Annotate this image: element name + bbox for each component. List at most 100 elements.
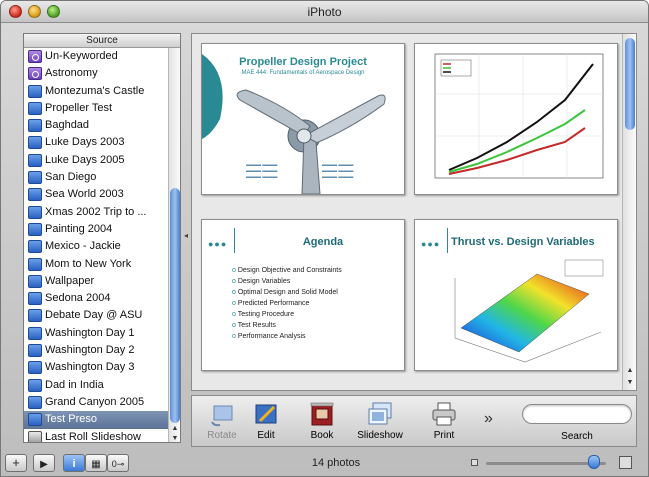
scroll-down-arrow-icon[interactable]: ▼ [169, 434, 181, 444]
source-item-label: Painting 2004 [45, 222, 113, 235]
source-item[interactable]: Grand Canyon 2005 [24, 394, 169, 411]
source-item[interactable]: Propeller Test [24, 100, 169, 117]
album-icon [28, 378, 42, 392]
slideshow-button[interactable]: Slideshow [350, 400, 410, 441]
photo-thumbnail-surface-plot[interactable]: ●●● Thrust vs. Design Variables [414, 219, 618, 371]
photos-scrollbar[interactable]: ▲ ▼ [622, 34, 636, 390]
photo-thumbnail-title-slide[interactable]: Propeller Design Project MAE 444: Fundam… [201, 43, 405, 195]
edit-button[interactable]: Edit [240, 400, 292, 441]
source-item[interactable]: Last Roll Slideshow [24, 429, 169, 442]
splitter-handle-icon[interactable]: ◂ [184, 232, 190, 240]
keywords-button[interactable]: 0⊸ [107, 454, 129, 472]
agenda-item: Performance Analysis [232, 331, 342, 342]
play-icon: ▶ [40, 459, 48, 470]
info-icon: i [72, 458, 76, 470]
photo-thumbnail-line-chart[interactable] [414, 43, 618, 195]
source-header: Source [24, 34, 180, 48]
source-item-label: Washington Day 1 [45, 326, 135, 339]
surface-plot-image-icon [454, 259, 604, 363]
source-scrollbar[interactable]: ▲ ▼ [168, 48, 180, 442]
album-icon [28, 84, 42, 98]
zoom-slider-knob[interactable] [588, 455, 600, 469]
title-bar[interactable]: iPhoto [1, 1, 648, 23]
source-item-label: Mexico - Jackie [45, 240, 121, 253]
calendar-button[interactable]: ▦ [85, 454, 107, 472]
slideshow-icon [28, 430, 42, 442]
author-names-right-icon: ▬▬▬ ▬▬▬ ▬▬▬ ▬▬▬ ▬▬▬ ▬▬▬ [322, 162, 354, 180]
info-button[interactable]: i [63, 454, 85, 472]
source-item[interactable]: Washington Day 1 [24, 325, 169, 342]
source-panel: Source Un-Keyworded Astronomy Montezuma's … [23, 33, 181, 443]
source-item-label: Baghdad [45, 119, 90, 132]
zoom-large-icon[interactable] [619, 456, 632, 469]
photo-browser: Propeller Design Project MAE 444: Fundam… [191, 33, 637, 391]
photos-scroll-thumb[interactable] [625, 38, 635, 130]
source-item[interactable]: Un-Keyworded [24, 48, 169, 65]
agenda-item: Predicted Performance [232, 298, 342, 309]
photo-thumbnail-agenda[interactable]: ●●● Agenda Design Objective and Constrai… [201, 219, 405, 371]
source-item[interactable]: Debate Day @ ASU [24, 307, 169, 324]
album-icon [28, 361, 42, 375]
play-slideshow-button[interactable]: ▶ [33, 454, 55, 472]
source-item[interactable]: Test Preso [24, 411, 169, 429]
source-scroll-thumb[interactable] [170, 188, 180, 423]
photos-scroll-up-icon[interactable]: ▲ [624, 366, 636, 376]
photo-count: 14 photos [311, 457, 361, 469]
photos-scroll-down-icon[interactable]: ▼ [624, 378, 636, 388]
album-icon [28, 136, 42, 150]
search-label: Search [561, 431, 593, 442]
source-item-label: Grand Canyon 2005 [45, 395, 145, 408]
source-item[interactable]: Dad in India [24, 377, 169, 394]
source-item-label: Washington Day 3 [45, 361, 135, 374]
rotate-label: Rotate [207, 430, 237, 441]
source-item[interactable]: Washington Day 3 [24, 359, 169, 376]
album-icon [28, 326, 42, 340]
source-item[interactable]: Sea World 2003 [24, 186, 169, 203]
zoom-small-icon[interactable] [471, 459, 478, 466]
slide-divider [234, 228, 235, 253]
agenda-item: Design Variables [232, 276, 342, 287]
slide-subtitle: MAE 444: Fundamentals of Aerospace Desig… [241, 70, 365, 76]
source-item-label: Last Roll Slideshow [45, 430, 141, 442]
album-icon [28, 344, 42, 358]
source-item-label: Luke Days 2003 [45, 136, 125, 149]
source-item[interactable]: Washington Day 2 [24, 342, 169, 359]
book-icon [310, 402, 334, 426]
source-item-label: Sedona 2004 [45, 292, 111, 305]
source-item[interactable]: Luke Days 2005 [24, 152, 169, 169]
album-icon [28, 171, 42, 185]
add-album-button[interactable]: + [5, 454, 27, 472]
source-item[interactable]: Mexico - Jackie [24, 238, 169, 255]
source-item[interactable]: Astronomy [24, 65, 169, 82]
iphoto-window: iPhoto Source Un-Keyworded Astronomy Monte… [0, 0, 649, 477]
source-item[interactable]: Sedona 2004 [24, 290, 169, 307]
source-item[interactable]: Mom to New York [24, 256, 169, 273]
source-item[interactable]: Wallpaper [24, 273, 169, 290]
source-item-label: San Diego [45, 171, 97, 184]
source-item-label: Xmas 2002 Trip to ... [45, 205, 147, 218]
key-icon: 0⊸ [111, 459, 125, 469]
source-item[interactable]: Painting 2004 [24, 221, 169, 238]
print-button[interactable]: Print [418, 400, 470, 441]
source-item-label: Sea World 2003 [45, 188, 124, 201]
source-item[interactable]: Xmas 2002 Trip to ... [24, 204, 169, 221]
source-item[interactable]: Baghdad [24, 117, 169, 134]
scroll-up-arrow-icon[interactable]: ▲ [169, 424, 181, 434]
search-input[interactable] [522, 404, 632, 424]
album-icon [28, 395, 42, 409]
more-tools-button[interactable]: » [484, 410, 493, 428]
book-button[interactable]: Book [296, 400, 348, 441]
printer-icon [432, 402, 456, 426]
album-icon [28, 119, 42, 133]
source-item[interactable]: Luke Days 2003 [24, 134, 169, 151]
edit-label: Edit [257, 430, 275, 441]
source-item-label: Debate Day @ ASU [45, 309, 143, 322]
source-item[interactable]: Montezuma's Castle [24, 83, 169, 100]
agenda-title: Agenda [302, 236, 344, 248]
source-item[interactable]: San Diego [24, 169, 169, 186]
source-item-label: Washington Day 2 [45, 344, 135, 357]
source-item-label: Montezuma's Castle [45, 84, 145, 97]
slideshow-icon [368, 402, 392, 425]
album-icon [28, 413, 42, 427]
agenda-item: Test Results [232, 320, 342, 331]
